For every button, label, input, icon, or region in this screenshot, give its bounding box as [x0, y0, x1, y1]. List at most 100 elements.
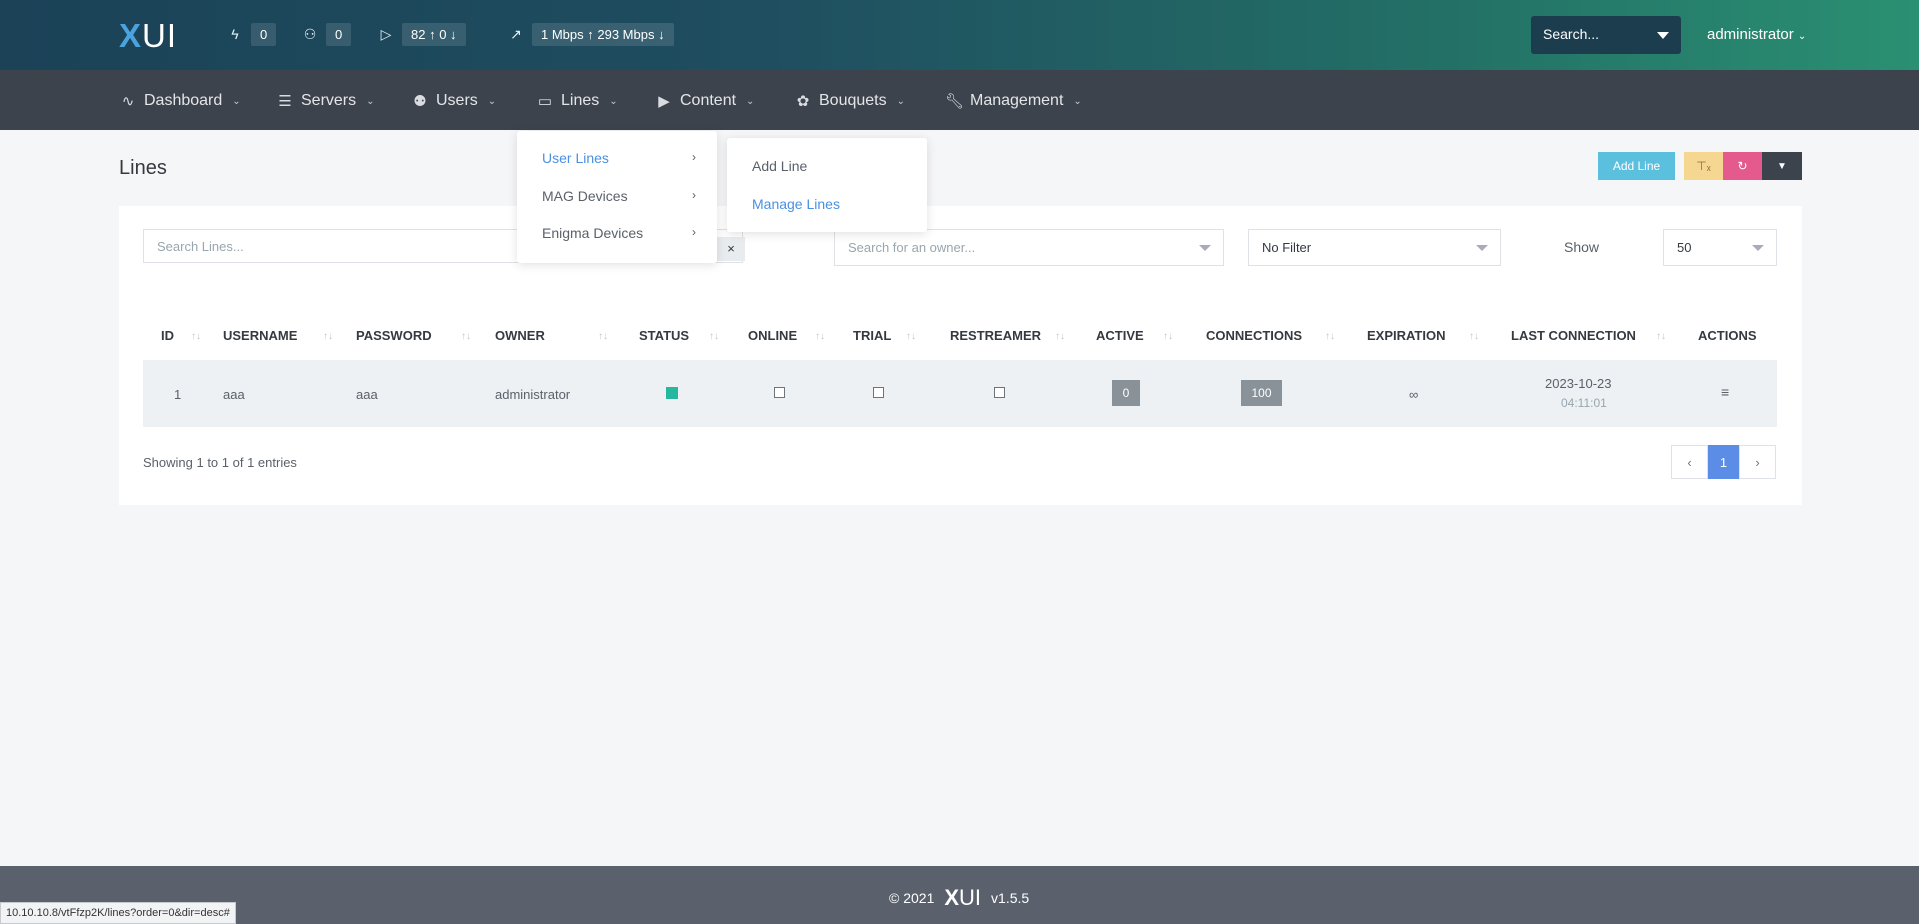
nav-users[interactable]: ⚉ Users ⌄ [411, 92, 496, 110]
cell-id: 1 [174, 387, 182, 402]
trial-checkbox [873, 387, 884, 398]
online-checkbox [774, 387, 785, 398]
connections-badge: 100 [1241, 380, 1282, 406]
status-bar-url: 10.10.10.8/vtFfzp2K/lines?order=0&dir=de… [0, 902, 236, 924]
global-search[interactable]: Search... [1531, 16, 1681, 54]
caret-down-icon: ▼ [1777, 160, 1787, 172]
pulse-icon: ∿ [121, 93, 135, 110]
wrench-icon: 🔧︎ [945, 93, 965, 110]
nav-content[interactable]: ▶ Content ⌄ [655, 92, 754, 110]
page-1-button[interactable]: 1 [1708, 445, 1739, 479]
col-status[interactable]: STATUS [639, 328, 689, 343]
owner-select[interactable]: Search for an owner... [834, 229, 1224, 266]
nav-bouquets[interactable]: ✿ Bouquets ⌄ [794, 92, 905, 110]
col-connections[interactable]: CONNECTIONS [1206, 328, 1302, 343]
chevron-right-icon: › [692, 150, 696, 164]
filter-icon: ⊤ₓ [1696, 159, 1711, 173]
users-icon: ⚉ [413, 93, 427, 110]
cell-username: aaa [223, 387, 245, 402]
stat-bandwidth: ↗ 1 Mbps ↑ 293 Mbps ↓ [508, 22, 674, 46]
col-password[interactable]: PASSWORD [356, 328, 432, 343]
show-label: Show [1564, 239, 1600, 255]
footer-logo: XUI [944, 885, 982, 910]
top-bar: XUI ϟ 0 ⚇ 0 ▷ 82 ↑ 0 ↓ ↗ 1 Mbps ↑ 293 Mb… [0, 0, 1919, 70]
bolt-icon: ϟ [231, 26, 239, 42]
refresh-icon: ↻ [1737, 159, 1748, 173]
trend-icon: ↗ [510, 25, 522, 42]
sort-icon: ↑↓ [1656, 331, 1666, 342]
col-expiration[interactable]: EXPIRATION [1367, 328, 1446, 343]
stat-streams: ▷ 82 ↑ 0 ↓ [378, 22, 466, 46]
users-icon: ⚇ [303, 25, 317, 42]
close-icon: × [727, 241, 735, 256]
menu-item-mag-devices[interactable]: MAG Devices › [542, 188, 696, 204]
status-indicator [666, 387, 678, 399]
sort-icon: ↑↓ [461, 331, 471, 342]
col-restreamer[interactable]: RESTREAMER [950, 328, 1041, 343]
table-row[interactable] [143, 360, 1777, 427]
col-owner[interactable]: OWNER [495, 328, 545, 343]
sort-icon: ↑↓ [1325, 331, 1335, 342]
chevron-left-icon: ‹ [1687, 454, 1692, 470]
active-badge: 0 [1112, 380, 1140, 406]
logo[interactable]: XUI [119, 17, 177, 55]
cell-owner: administrator [495, 387, 571, 402]
server-icon: ☰ [278, 93, 292, 110]
chevron-down-icon [1657, 32, 1669, 39]
stat-connections: ϟ 0 [227, 22, 277, 46]
table-info: Showing 1 to 1 of 1 entries [143, 455, 297, 470]
main-nav: ∿ Dashboard ⌄ ☰ Servers ⌄ ⚉ Users ⌄ ▭ Lines ⌄ ▶ C… [0, 70, 1919, 130]
chevron-down-icon [1752, 245, 1764, 251]
sort-icon: ↑↓ [598, 331, 608, 342]
sort-icon: ↑↓ [709, 331, 719, 342]
page-title: Lines [119, 157, 167, 179]
more-dropdown-button[interactable]: ▼ [1762, 152, 1802, 180]
chevron-right-icon: › [692, 188, 696, 202]
refresh-button[interactable]: ↻ [1723, 152, 1762, 180]
copyright: © 2021 [889, 890, 935, 906]
menu-item-enigma-devices[interactable]: Enigma Devices › [542, 225, 696, 241]
col-active[interactable]: ACTIVE [1096, 328, 1144, 343]
stat-users: ⚇ 0 [302, 22, 352, 46]
sort-icon: ↑↓ [906, 331, 916, 342]
filter-clear-button[interactable]: ⊤ₓ [1684, 152, 1723, 180]
sort-icon: ↑↓ [323, 331, 333, 342]
menu-item-user-lines[interactable]: User Lines › [542, 150, 696, 166]
status-filter-select[interactable]: No Filter [1248, 229, 1501, 266]
col-actions: ACTIONS [1698, 328, 1757, 343]
sort-icon: ↑↓ [815, 331, 825, 342]
prev-page-button[interactable]: ‹ [1671, 445, 1708, 479]
flower-icon: ✿ [796, 93, 810, 110]
next-page-button[interactable]: › [1739, 445, 1776, 479]
col-last-connection[interactable]: LAST CONNECTION [1511, 328, 1636, 343]
add-line-button[interactable]: Add Line [1598, 152, 1675, 180]
sort-icon: ↑↓ [1163, 331, 1173, 342]
submenu-add-line[interactable]: Add Line [752, 158, 807, 174]
nav-lines[interactable]: ▭ Lines ⌄ [536, 92, 618, 110]
sort-icon: ↑↓ [191, 331, 201, 342]
nav-servers[interactable]: ☰ Servers ⌄ [276, 92, 374, 110]
page-size-select[interactable]: 50 [1663, 229, 1777, 266]
play-icon: ▶ [658, 93, 670, 110]
user-menu[interactable]: administrator ⌄ [1707, 26, 1806, 43]
version: v1.5.5 [991, 890, 1030, 906]
col-online[interactable]: ONLINE [748, 328, 797, 343]
nav-dashboard[interactable]: ∿ Dashboard ⌄ [119, 92, 241, 110]
submenu-manage-lines[interactable]: Manage Lines [752, 196, 840, 212]
col-username[interactable]: USERNAME [223, 328, 297, 343]
col-id[interactable]: ID [161, 328, 174, 343]
actions-menu-icon[interactable]: ≡ [1721, 384, 1729, 400]
user-lines-submenu: Add Line Manage Lines [727, 138, 927, 232]
chevron-right-icon: › [692, 225, 696, 239]
monitor-icon: ▭ [537, 93, 553, 110]
nav-management[interactable]: 🔧︎ Management ⌄ [945, 92, 1082, 110]
sort-icon: ↑↓ [1469, 331, 1479, 342]
clear-search-button[interactable]: × [717, 237, 745, 261]
play-icon: ▷ [380, 25, 392, 42]
cell-last-time: 04:11:01 [1561, 396, 1607, 410]
restreamer-checkbox [994, 387, 1005, 398]
cell-password: aaa [356, 387, 378, 402]
col-trial[interactable]: TRIAL [853, 328, 891, 343]
cell-last-date: 2023-10-23 [1545, 376, 1612, 391]
chevron-down-icon [1199, 245, 1211, 251]
